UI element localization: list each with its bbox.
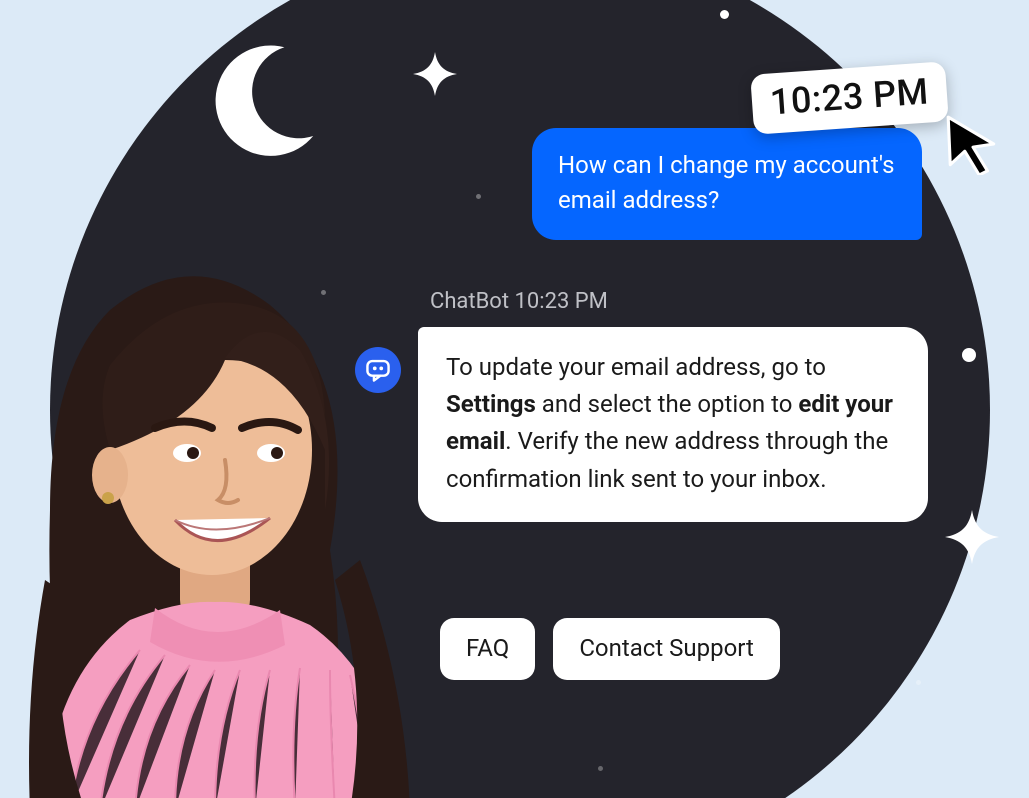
contact-support-button-label: Contact Support (579, 634, 754, 662)
star-dot (476, 194, 481, 199)
person-illustration (0, 250, 450, 798)
timestamp-text: 10:23 PM (769, 71, 930, 124)
contact-support-button[interactable]: Contact Support (553, 618, 780, 680)
bot-message-bubble: To update your email address, go to Sett… (418, 327, 928, 522)
bot-header: ChatBot 10:23 PM (430, 289, 608, 314)
faq-button-label: FAQ (466, 634, 509, 662)
moon-icon (210, 40, 330, 160)
sparkle-icon (945, 510, 999, 564)
quick-reply-options: FAQ Contact Support (440, 618, 780, 680)
sparkle-icon (413, 52, 457, 96)
star-dot (962, 348, 976, 362)
faq-button[interactable]: FAQ (440, 618, 535, 680)
bot-time: 10:23 PM (515, 289, 608, 314)
star-dot (916, 680, 921, 685)
scene: How can I change my account's email addr… (0, 0, 1029, 798)
cursor-icon (942, 113, 1004, 175)
timestamp-badge: 10:23 PM (750, 61, 948, 134)
bot-reply-text: To update your email address, go to Sett… (446, 353, 893, 493)
star-dot (720, 10, 729, 19)
user-message-bubble: How can I change my account's email addr… (532, 128, 922, 240)
star-dot (598, 766, 603, 771)
user-message-text: How can I change my account's email addr… (558, 151, 895, 214)
